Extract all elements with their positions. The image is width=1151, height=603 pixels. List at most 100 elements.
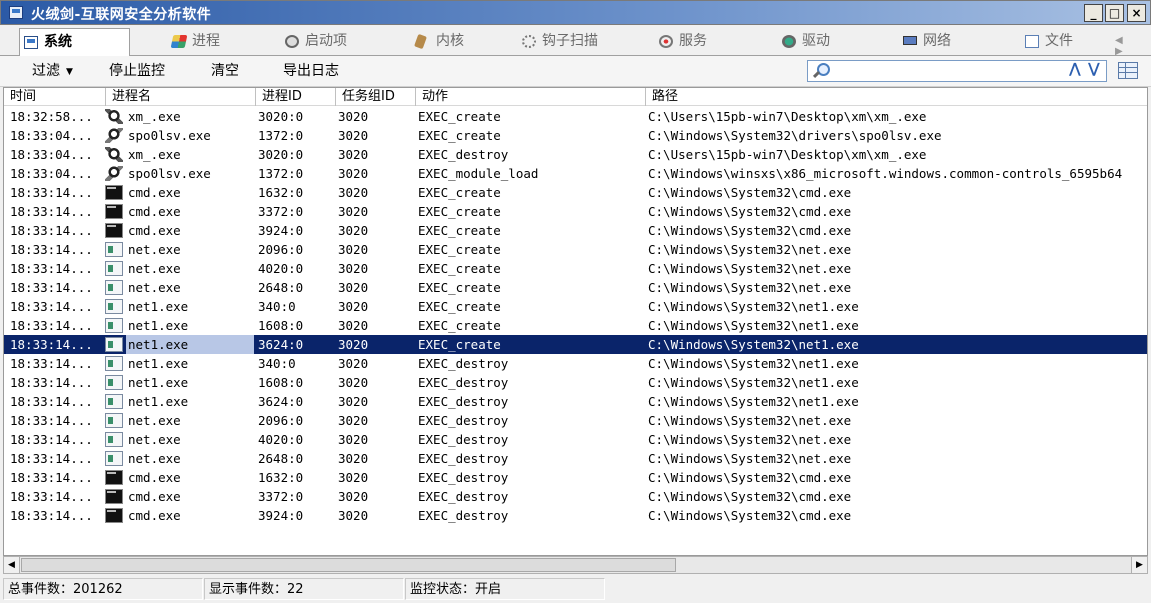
tab-scroll-arrows[interactable]: ◀ ▶ — [1115, 35, 1151, 57]
row-time: 18:33:04... — [10, 147, 93, 162]
net-icon — [105, 451, 123, 466]
row-pid: 3372:0 — [258, 204, 304, 219]
row-action: EXEC_module_load — [418, 166, 539, 181]
row-pid: 3372:0 — [258, 489, 304, 504]
tab-driver[interactable]: 驱动 — [778, 28, 830, 56]
row-path: C:\Windows\System32\net.exe — [648, 242, 852, 257]
table-row[interactable]: 18:33:14... cmd.exe 3372:0 3020 EXEC_create C… — [4, 202, 1147, 221]
row-action: EXEC_destroy — [418, 147, 509, 162]
table-row[interactable]: 18:33:14... net.exe 2648:0 3020 EXEC_destroy… — [4, 449, 1147, 468]
column-settings-icon[interactable] — [1118, 62, 1138, 79]
row-task-group-id: 3020 — [338, 261, 369, 276]
search-icon[interactable] — [811, 62, 830, 80]
row-action: EXEC_create — [418, 128, 501, 143]
table-row[interactable]: 18:33:14... net.exe 2096:0 3020 EXEC_destroy… — [4, 411, 1147, 430]
table-row[interactable]: 18:33:14... net1.exe 340:0 3020 EXEC_create C… — [4, 297, 1147, 316]
export-log-button[interactable]: 导出日志 — [283, 61, 339, 81]
column-header-task-group-id[interactable]: 任务组ID — [335, 88, 415, 106]
maximize-button[interactable]: □ — [1105, 4, 1124, 22]
row-pid: 1608:0 — [258, 318, 304, 333]
row-time: 18:33:04... — [10, 128, 93, 143]
search-input[interactable] — [834, 62, 1064, 80]
table-row[interactable]: 18:33:14... cmd.exe 3372:0 3020 EXEC_destroy… — [4, 487, 1147, 506]
table-row[interactable]: 18:33:14... cmd.exe 1632:0 3020 EXEC_create C… — [4, 183, 1147, 202]
event-list[interactable]: 时间 进程名 进程ID 任务组ID 动作 路径 18:32:58... xm_.e… — [3, 87, 1148, 556]
row-process-name: net1.exe — [126, 335, 254, 354]
scroll-left-button[interactable]: ◀ — [4, 557, 20, 573]
tab-label: 网络 — [923, 33, 951, 49]
table-row[interactable]: 18:32:58... xm_.exe 3020:0 3020 EXEC_create C… — [4, 107, 1147, 126]
tab-kernel[interactable]: 内核 — [412, 28, 464, 56]
row-action: EXEC_create — [418, 204, 501, 219]
row-path: C:\Windows\System32\net1.exe — [648, 356, 859, 371]
table-row[interactable]: 18:33:14... net1.exe 3624:0 3020 EXEC_create… — [4, 335, 1147, 354]
stop-monitor-button[interactable]: 停止监控 — [109, 61, 165, 81]
row-task-group-id: 3020 — [338, 318, 369, 333]
scroll-right-button[interactable]: ▶ — [1131, 557, 1147, 573]
row-process-name: net.exe — [128, 261, 181, 276]
tab-label: 进程 — [192, 33, 220, 49]
table-row[interactable]: 18:33:14... cmd.exe 1632:0 3020 EXEC_destroy… — [4, 468, 1147, 487]
row-path: C:\Windows\System32\net.exe — [648, 432, 852, 447]
tab-service[interactable]: 服务 — [655, 28, 707, 56]
scroll-thumb[interactable] — [21, 558, 676, 572]
row-path: C:\Windows\System32\net1.exe — [648, 337, 859, 352]
tab-network[interactable]: 网络 — [899, 28, 951, 56]
row-time: 18:33:14... — [10, 508, 93, 523]
column-header-pid[interactable]: 进程ID — [255, 88, 335, 106]
row-pid: 3624:0 — [258, 337, 304, 352]
row-time: 18:32:58... — [10, 109, 93, 124]
table-row[interactable]: 18:33:14... net1.exe 3624:0 3020 EXEC_destro… — [4, 392, 1147, 411]
table-row[interactable]: 18:33:14... net.exe 2096:0 3020 EXEC_create C… — [4, 240, 1147, 259]
table-row[interactable]: 18:33:04... xm_.exe 3020:0 3020 EXEC_destroy… — [4, 145, 1147, 164]
minimize-button[interactable]: _ — [1084, 4, 1103, 22]
tab-system[interactable]: 系统 — [19, 28, 130, 57]
table-row[interactable]: 18:33:14... cmd.exe 3924:0 3020 EXEC_create C… — [4, 221, 1147, 240]
row-time: 18:33:14... — [10, 470, 93, 485]
table-row[interactable]: 18:33:14... cmd.exe 3924:0 3020 EXEC_destroy… — [4, 506, 1147, 525]
tab-process[interactable]: 进程 — [168, 28, 220, 56]
row-time: 18:33:04... — [10, 166, 93, 181]
tab-startup[interactable]: 启动项 — [281, 28, 347, 56]
horizontal-scrollbar[interactable]: ◀ ▶ — [3, 556, 1148, 574]
close-button[interactable]: × — [1127, 4, 1146, 22]
clear-button[interactable]: 清空 — [211, 61, 239, 81]
row-task-group-id: 3020 — [338, 147, 369, 162]
table-row[interactable]: 18:33:14... net1.exe 1608:0 3020 EXEC_create… — [4, 316, 1147, 335]
list-header: 时间 进程名 进程ID 任务组ID 动作 路径 — [4, 88, 1147, 106]
row-path: C:\Windows\System32\net.exe — [648, 451, 852, 466]
row-task-group-id: 3020 — [338, 280, 369, 295]
column-header-path[interactable]: 路径 — [645, 88, 1147, 106]
row-pid: 340:0 — [258, 356, 296, 371]
filter-dropdown[interactable]: 过滤 ▼ — [32, 61, 73, 81]
tab-hook-scan[interactable]: 钩子扫描 — [518, 28, 598, 56]
table-row[interactable]: 18:33:04... spo0lsv.exe 1372:0 3020 EXEC_cre… — [4, 126, 1147, 145]
search-prev-button[interactable]: ⋀ — [1069, 61, 1081, 77]
net1-process-icon — [105, 375, 123, 390]
row-task-group-id: 3020 — [338, 432, 369, 447]
column-header-time[interactable]: 时间 — [4, 88, 103, 106]
table-row[interactable]: 18:33:14... net.exe 4020:0 3020 EXEC_destroy… — [4, 430, 1147, 449]
search-next-button[interactable]: ⋁ — [1088, 61, 1100, 77]
table-row[interactable]: 18:33:14... net1.exe 1608:0 3020 EXEC_destro… — [4, 373, 1147, 392]
cmd-icon — [105, 489, 123, 504]
row-path: C:\Windows\System32\net.exe — [648, 261, 852, 276]
net1-icon — [105, 356, 123, 371]
row-pid: 2096:0 — [258, 413, 304, 428]
row-time: 18:33:14... — [10, 335, 102, 354]
row-action: EXEC_create — [418, 280, 501, 295]
tab-label: 钩子扫描 — [542, 33, 598, 49]
column-header-action[interactable]: 动作 — [415, 88, 645, 106]
table-row[interactable]: 18:33:04... spo0lsv.exe 1372:0 3020 EXEC_mod… — [4, 164, 1147, 183]
table-row[interactable]: 18:33:14... net.exe 4020:0 3020 EXEC_create C… — [4, 259, 1147, 278]
tab-file[interactable]: 文件 — [1021, 28, 1073, 56]
column-header-process-name[interactable]: 进程名 — [105, 88, 255, 106]
net1-icon — [105, 299, 123, 314]
row-process-name: net.exe — [128, 451, 181, 466]
row-time: 18:33:14... — [10, 223, 93, 238]
table-row[interactable]: 18:33:14... net.exe 2648:0 3020 EXEC_create C… — [4, 278, 1147, 297]
row-time: 18:33:14... — [10, 413, 93, 428]
row-path: C:\Windows\winsxs\x86_microsoft.windows.… — [648, 166, 1123, 181]
row-pid: 2648:0 — [258, 280, 304, 295]
table-row[interactable]: 18:33:14... net1.exe 340:0 3020 EXEC_destroy… — [4, 354, 1147, 373]
